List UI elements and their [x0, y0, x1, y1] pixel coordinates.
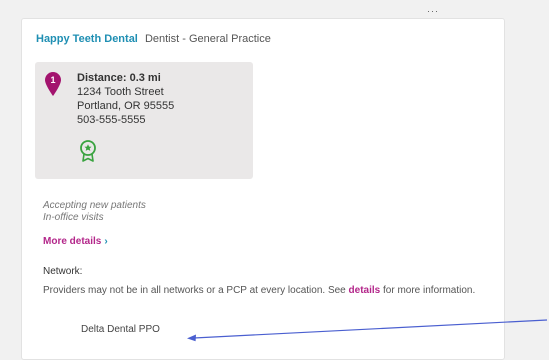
disclaimer-text-start: Providers may not be in all networks or … [43, 285, 349, 296]
annotation-arrow-icon [187, 319, 548, 342]
more-details-link[interactable]: More details › [43, 236, 108, 247]
top-edge-mark: ··· [427, 6, 439, 16]
map-pin-icon: 1 [45, 72, 61, 101]
in-office-visits: In-office visits [43, 212, 104, 223]
city-state-zip: Portland, OR 95555 [77, 100, 175, 112]
chevron-right-icon: › [104, 236, 108, 247]
network-disclaimer: Providers may not be in all networks or … [43, 285, 488, 297]
address-block: Distance: 0.3 mi 1234 Tooth Street Portl… [77, 71, 174, 127]
award-ribbon-icon [79, 140, 97, 167]
provider-name[interactable]: Happy Teeth Dental [36, 33, 138, 45]
distance: Distance: 0.3 mi [77, 72, 161, 84]
provider-title-row: Happy Teeth Dental Dentist - General Pra… [36, 33, 271, 45]
network-label: Network: [43, 266, 83, 277]
provider-specialty: Dentist - General Practice [144, 33, 271, 45]
network-plan: Delta Dental PPO [81, 324, 160, 335]
accepting-new-patients: Accepting new patients [43, 200, 146, 211]
details-link[interactable]: details [349, 285, 381, 296]
phone-number[interactable]: 503-555-5555 [77, 113, 174, 127]
more-details-label: More details [43, 236, 102, 247]
pin-number: 1 [50, 75, 55, 85]
location-box: 1 Distance: 0.3 mi 1234 Tooth Street Por… [35, 62, 253, 179]
disclaimer-text-end: for more information. [380, 285, 476, 296]
provider-card: Happy Teeth Dental Dentist - General Pra… [21, 18, 505, 360]
street-address: 1234 Tooth Street [77, 86, 164, 98]
